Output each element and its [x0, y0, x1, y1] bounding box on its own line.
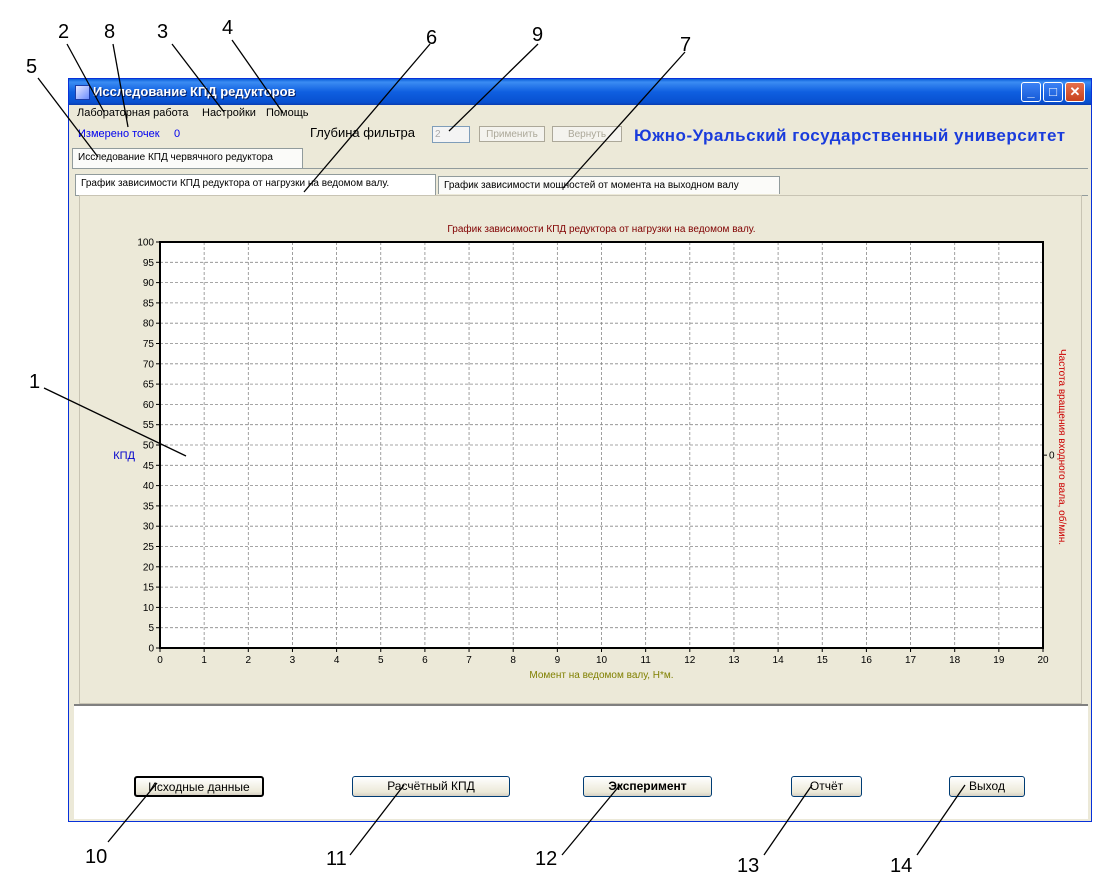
report-button[interactable]: Отчёт: [791, 776, 862, 797]
x-tick-label: 13: [728, 655, 740, 666]
tab-efficiency-chart[interactable]: График зависимости КПД редуктора от нагр…: [75, 174, 436, 196]
filter-depth-label: Глубина фильтра: [310, 125, 415, 140]
title-bar[interactable]: Исследование КПД редукторов _ □ ✕: [69, 79, 1091, 105]
x-tick-label: 14: [773, 655, 785, 666]
y-tick-label: 55: [143, 420, 155, 431]
x-tick-label: 2: [246, 655, 252, 666]
x-tick-label: 6: [422, 655, 428, 666]
y-tick-label: 5: [148, 623, 154, 634]
callout-3: 3: [157, 21, 169, 43]
app-icon: [75, 85, 90, 100]
callout-10: 10: [85, 846, 108, 868]
experiment-button[interactable]: Эксперимент: [583, 776, 712, 797]
y-tick-label: 35: [143, 501, 155, 512]
y-tick-label: 75: [143, 339, 155, 350]
x-tick-label: 11: [640, 655, 651, 666]
efficiency-chart: График зависимости КПД редуктора от нагр…: [113, 223, 1068, 681]
y-tick-label: 65: [143, 380, 155, 391]
callout-4: 4: [222, 17, 234, 39]
callout-1: 1: [29, 371, 41, 393]
chart-panel: График зависимости КПД редуктора от нагр…: [79, 195, 1082, 704]
y-tick-label: 10: [143, 603, 155, 614]
y-axis-label: КПД: [113, 450, 135, 462]
callout-9: 9: [532, 24, 544, 46]
exit-button[interactable]: Выход: [949, 776, 1025, 797]
close-button[interactable]: ✕: [1065, 82, 1085, 102]
y-tick-label: 40: [143, 481, 155, 492]
x-tick-label: 16: [861, 655, 873, 666]
x-tick-label: 0: [157, 655, 163, 666]
y-tick-label: 80: [143, 319, 155, 330]
menu-help[interactable]: Помощь: [266, 107, 309, 119]
y-tick-label: 60: [143, 400, 155, 411]
app-window: Исследование КПД редукторов _ □ ✕ Лабора…: [68, 78, 1092, 822]
x-axis-label: Момент на ведомом валу, Н*м.: [529, 670, 673, 681]
maximize-button[interactable]: □: [1043, 82, 1063, 102]
menu-bar: Лабораторная работа Настройки Помощь: [69, 106, 1091, 122]
callout-2: 2: [58, 21, 70, 43]
tab-power-chart[interactable]: График зависимости мощностей от момента …: [438, 176, 780, 194]
y-tick-label: 85: [143, 298, 155, 309]
measured-points-value: 0: [174, 128, 181, 140]
y-tick-label: 100: [137, 238, 154, 249]
y-tick-label: 25: [143, 542, 155, 553]
callout-7: 7: [680, 34, 692, 56]
y-tick-label: 95: [143, 258, 155, 269]
button-area: Исходные данные Расчётный КПД Эксперимен…: [74, 704, 1088, 819]
menu-lab-work[interactable]: Лабораторная работа: [77, 107, 189, 119]
x-tick-label: 5: [378, 655, 384, 666]
callout-11: 11: [326, 848, 347, 870]
y-tick-label: 70: [143, 359, 155, 370]
window-title: Исследование КПД редукторов: [93, 84, 296, 99]
x-tick-label: 15: [817, 655, 829, 666]
y-tick-label: 20: [143, 562, 155, 573]
chart-title: График зависимости КПД редуктора от нагр…: [447, 223, 755, 235]
x-tick-label: 12: [684, 655, 696, 666]
x-tick-label: 18: [949, 655, 961, 666]
callout-13: 13: [737, 855, 760, 877]
initial-data-button[interactable]: Исходные данные: [134, 776, 264, 797]
y-tick-label: 90: [143, 278, 155, 289]
y-tick-label: 50: [143, 441, 155, 452]
calc-efficiency-button[interactable]: Расчётный КПД: [352, 776, 510, 797]
apply-button[interactable]: Применить: [479, 126, 545, 142]
x-tick-label: 10: [596, 655, 608, 666]
info-bar: Измерено точек 0 Глубина фильтра 2 Приме…: [69, 123, 1091, 147]
y-tick-label: 0: [148, 644, 154, 655]
y-tick-label: 15: [143, 583, 155, 594]
filter-depth-input[interactable]: 2: [432, 126, 470, 143]
x-tick-label: 9: [555, 655, 561, 666]
x-tick-label: 7: [466, 655, 472, 666]
university-name: Южно-Уральский государственный университ…: [634, 126, 1066, 145]
menu-settings[interactable]: Настройки: [202, 107, 256, 119]
revert-button[interactable]: Вернуть: [552, 126, 622, 142]
callout-6: 6: [426, 27, 438, 49]
x-tick-label: 17: [905, 655, 917, 666]
x-tick-label: 1: [201, 655, 207, 666]
measured-points-label: Измерено точек: [78, 128, 160, 140]
callout-5: 5: [26, 56, 38, 78]
y-tick-label: 30: [143, 522, 155, 533]
x-tick-label: 3: [290, 655, 296, 666]
y2-tick-label: 0: [1049, 451, 1055, 462]
callout-14: 14: [890, 855, 913, 877]
y2-axis-label: Частота вращения входного вала, об/мин.: [1056, 349, 1068, 545]
x-tick-label: 8: [510, 655, 516, 666]
minimize-button[interactable]: _: [1021, 82, 1041, 102]
callout-8: 8: [104, 21, 116, 43]
callout-12: 12: [535, 848, 558, 870]
x-tick-label: 19: [993, 655, 1005, 666]
tab-worm-gear-research[interactable]: Исследование КПД червячного редуктора: [72, 148, 303, 168]
plot-area: 0 1 2 3 4 5 6 7 8 9 10 11 12 13 14 15 16 17 18 19 2005101520…: [137, 238, 1055, 667]
x-tick-label: 20: [1037, 655, 1049, 666]
tab-divider: [72, 168, 1088, 169]
y-tick-label: 45: [143, 461, 155, 472]
x-tick-label: 4: [334, 655, 340, 666]
